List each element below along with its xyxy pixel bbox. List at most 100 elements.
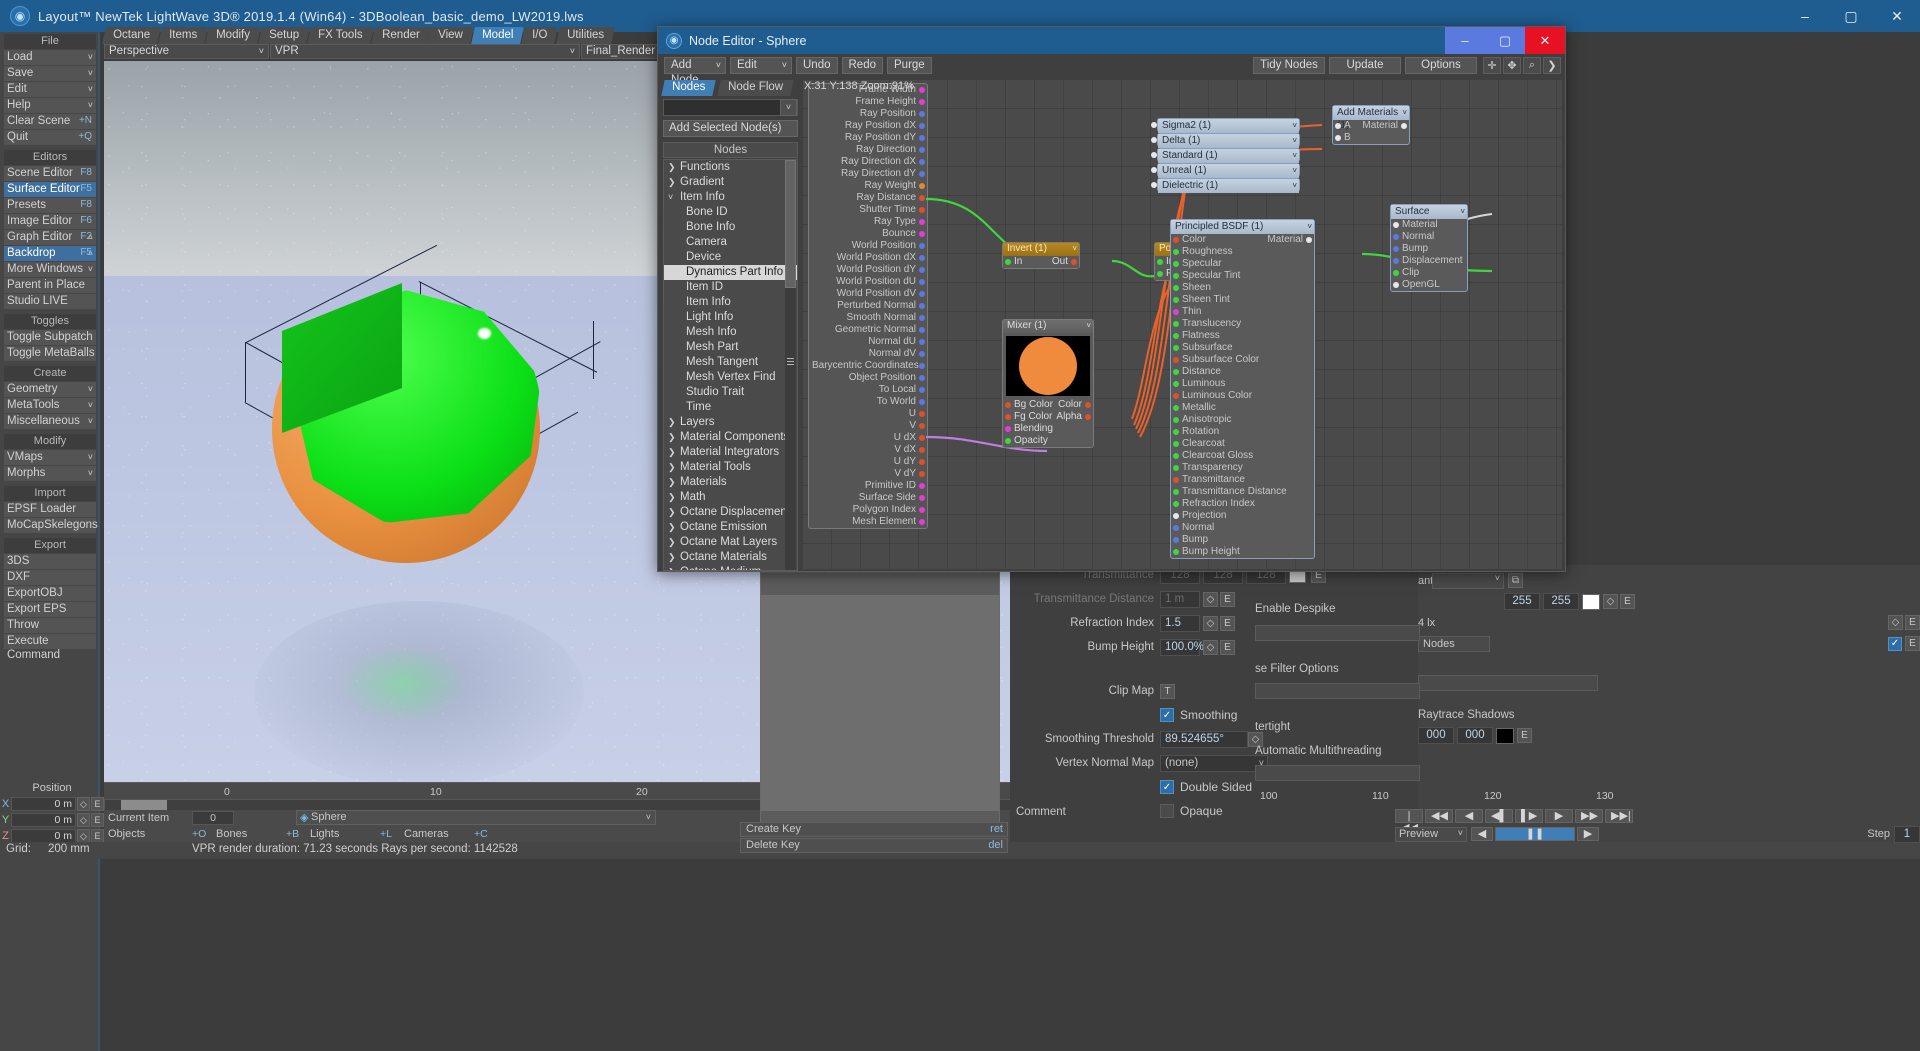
mixer-port-row[interactable]: Fg Color Alpha bbox=[1003, 411, 1093, 423]
bsdf-port-luminous-color[interactable]: Luminous Color bbox=[1171, 390, 1314, 402]
sidebar-item-miscellaneous[interactable]: Miscellaneous ˅ bbox=[4, 414, 96, 429]
sidebar-item-clear-scene[interactable]: Clear Scene +N bbox=[4, 114, 96, 129]
chevron-down-icon[interactable]: ˅ bbox=[1292, 164, 1297, 177]
envelope-icon[interactable]: ◇ bbox=[1203, 615, 1218, 631]
info-port-ray-type[interactable]: Ray Type bbox=[809, 216, 927, 228]
node-tree-item-gradient[interactable]: ❯ Gradient bbox=[664, 175, 797, 190]
envelope-icon[interactable]: ◇ bbox=[1603, 594, 1618, 609]
bsdf-port-specular[interactable]: Specular bbox=[1171, 258, 1314, 270]
sidebar-item-studio-live[interactable]: Studio LIVE bbox=[4, 294, 96, 309]
ne-minimize-button[interactable]: – bbox=[1445, 27, 1485, 54]
node-graph-canvas[interactable]: X:31 Y:138 Zoom:91% Frame Width Frame He… bbox=[802, 79, 1562, 569]
bsdf-port-flatness[interactable]: Flatness bbox=[1171, 330, 1314, 342]
edit-dropdown[interactable]: Edit ˅ bbox=[730, 56, 792, 74]
node-principled-bsdf[interactable]: Principled BSDF (1) ˅ Color Material Roug… bbox=[1170, 219, 1315, 559]
surface-port-bump[interactable]: Bump bbox=[1391, 243, 1467, 255]
cameras-button[interactable]: Cameras bbox=[404, 828, 474, 840]
info-port-world-position[interactable]: World Position bbox=[809, 240, 927, 252]
node-surface[interactable]: Surface ˅ Material Normal Bump Displacement C… bbox=[1390, 204, 1468, 292]
info-port-world-position-du[interactable]: World Position dU bbox=[809, 276, 927, 288]
bsdf-port-metallic[interactable]: Metallic bbox=[1171, 402, 1314, 414]
info-port-bounce[interactable]: Bounce bbox=[809, 228, 927, 240]
port-dot[interactable] bbox=[1173, 381, 1179, 387]
color-swatch-white[interactable] bbox=[1582, 593, 1600, 610]
edit-icon[interactable]: E bbox=[91, 812, 104, 827]
sidebar-item-quit[interactable]: Quit +Q bbox=[4, 130, 96, 145]
menu-tab-i-o[interactable]: I/O bbox=[521, 27, 559, 44]
info-port-ray-direction[interactable]: Ray Direction bbox=[809, 144, 927, 156]
port-dot[interactable] bbox=[919, 87, 925, 93]
tab-node-flow[interactable]: Node Flow bbox=[716, 80, 794, 96]
node-tree-item-math[interactable]: ❯ Math bbox=[664, 490, 797, 505]
sidebar-item-vmaps[interactable]: VMaps ˅ bbox=[4, 450, 96, 465]
menu-tab-setup[interactable]: Setup bbox=[258, 27, 310, 44]
chevron-down-icon[interactable]: ˅ bbox=[1292, 119, 1297, 132]
chevron-down-icon[interactable]: ˅ bbox=[646, 811, 651, 824]
sidebar-item-mocapskelegons[interactable]: MoCapSkelegons bbox=[4, 518, 98, 533]
port-dot[interactable] bbox=[1173, 321, 1179, 327]
chevron-right-icon[interactable]: ❯ bbox=[668, 460, 680, 474]
port-dot-in[interactable] bbox=[1005, 402, 1011, 408]
node-tree-item-light-info[interactable]: Light Info bbox=[664, 310, 797, 325]
node-tree-item-mesh-vertex-find[interactable]: Mesh Vertex Find bbox=[664, 370, 797, 385]
menu-tab-utilities[interactable]: Utilities bbox=[555, 27, 615, 44]
sidebar-item-execute-command[interactable]: Execute Command bbox=[4, 634, 96, 661]
sidebar-item-image-editor[interactable]: Image Editor F6 bbox=[4, 214, 96, 229]
chevron-down-icon[interactable]: ˅ bbox=[88, 50, 93, 64]
texture-edit-icon[interactable]: E bbox=[1517, 728, 1532, 743]
port-dot[interactable] bbox=[1173, 417, 1179, 423]
node-tree-item-octane-displacements[interactable]: ❯ Octane Displacements bbox=[664, 505, 797, 520]
port-dot[interactable] bbox=[1173, 333, 1179, 339]
prev-frame-button[interactable]: ◀ bbox=[1471, 827, 1493, 841]
info-port-surface-side[interactable]: Surface Side bbox=[809, 492, 927, 504]
filter-options-label[interactable]: se Filter Options bbox=[1255, 663, 1420, 675]
node-search-input[interactable]: ˅ bbox=[663, 99, 798, 116]
bsdf-port-sheen[interactable]: Sheen bbox=[1171, 282, 1314, 294]
sidebar-item-scene-editor[interactable]: Scene Editor F8 bbox=[4, 166, 96, 181]
sidebar-item-load[interactable]: Load ˅ bbox=[4, 50, 96, 65]
transport-button[interactable]: ▌▶ bbox=[1515, 809, 1543, 823]
port-dot[interactable] bbox=[1173, 525, 1179, 531]
node-port-row[interactable]: In Out bbox=[1003, 256, 1079, 268]
current-item-select[interactable]: ◈ Sphere ˅ bbox=[296, 810, 656, 825]
node-tree-item-material-tools[interactable]: ❯ Material Tools bbox=[664, 460, 797, 475]
port-dot[interactable] bbox=[919, 435, 925, 441]
bsdf-port-refraction-index[interactable]: Refraction Index bbox=[1171, 498, 1314, 510]
bsdf-port-transmittance-distance[interactable]: Transmittance Distance bbox=[1171, 486, 1314, 498]
filter-field[interactable] bbox=[1255, 683, 1420, 699]
chevron-down-icon[interactable]: ˅ bbox=[259, 45, 264, 58]
port-dot[interactable] bbox=[919, 363, 925, 369]
sidebar-item-toggle-subpatch[interactable]: Toggle Subpatch bbox=[4, 330, 96, 345]
node-principled-bsdf-header[interactable]: Principled BSDF (1) ˅ bbox=[1171, 220, 1314, 234]
expand-icon[interactable]: ❯ bbox=[1543, 56, 1561, 74]
bsdf-port-bump[interactable]: Bump bbox=[1171, 534, 1314, 546]
color-swatch-black[interactable] bbox=[1496, 727, 1514, 744]
frame-start-field[interactable]: 0 bbox=[192, 811, 234, 825]
node-standard-1[interactable]: Standard (1) ˅ bbox=[1157, 148, 1300, 163]
search-icon[interactable]: ⌕ bbox=[1523, 56, 1541, 74]
sidebar-item-more-windows[interactable]: More Windows ˅ bbox=[4, 262, 96, 277]
menu-tab-fx-tools[interactable]: FX Tools bbox=[307, 27, 374, 44]
info-port-frame-height[interactable]: Frame Height bbox=[809, 96, 927, 108]
chevron-right-icon[interactable]: ❯ bbox=[668, 550, 680, 564]
info-port-world-position-dx[interactable]: World Position dX bbox=[809, 252, 927, 264]
port-dot[interactable] bbox=[919, 135, 925, 141]
port-dot[interactable] bbox=[1173, 513, 1179, 519]
sidebar-item-surface-editor[interactable]: Surface Editor F5 bbox=[4, 182, 96, 197]
bsdf-port-anisotropic[interactable]: Anisotropic bbox=[1171, 414, 1314, 426]
port-dot[interactable] bbox=[919, 267, 925, 273]
info-port-v-dy[interactable]: V dY bbox=[809, 468, 927, 480]
value-000-b[interactable]: 000 bbox=[1457, 727, 1493, 744]
misc-field[interactable] bbox=[1418, 675, 1598, 691]
port-dot[interactable] bbox=[919, 255, 925, 261]
mixer-port-row[interactable]: Blending bbox=[1003, 423, 1093, 435]
port-dot[interactable] bbox=[919, 351, 925, 357]
port-dot[interactable] bbox=[1173, 489, 1179, 495]
node-tree-item-device[interactable]: Device bbox=[664, 250, 797, 265]
chevron-down-icon[interactable]: ˅ bbox=[88, 414, 93, 428]
node-tree-item-layers[interactable]: ❯ Layers bbox=[664, 415, 797, 430]
port-dot[interactable] bbox=[919, 279, 925, 285]
sidebar-item-parent-in-place[interactable]: Parent in Place bbox=[4, 278, 96, 293]
pause-button[interactable]: ❚❚ bbox=[1495, 827, 1575, 841]
node-tree-item-item-id[interactable]: Item ID bbox=[664, 280, 797, 295]
